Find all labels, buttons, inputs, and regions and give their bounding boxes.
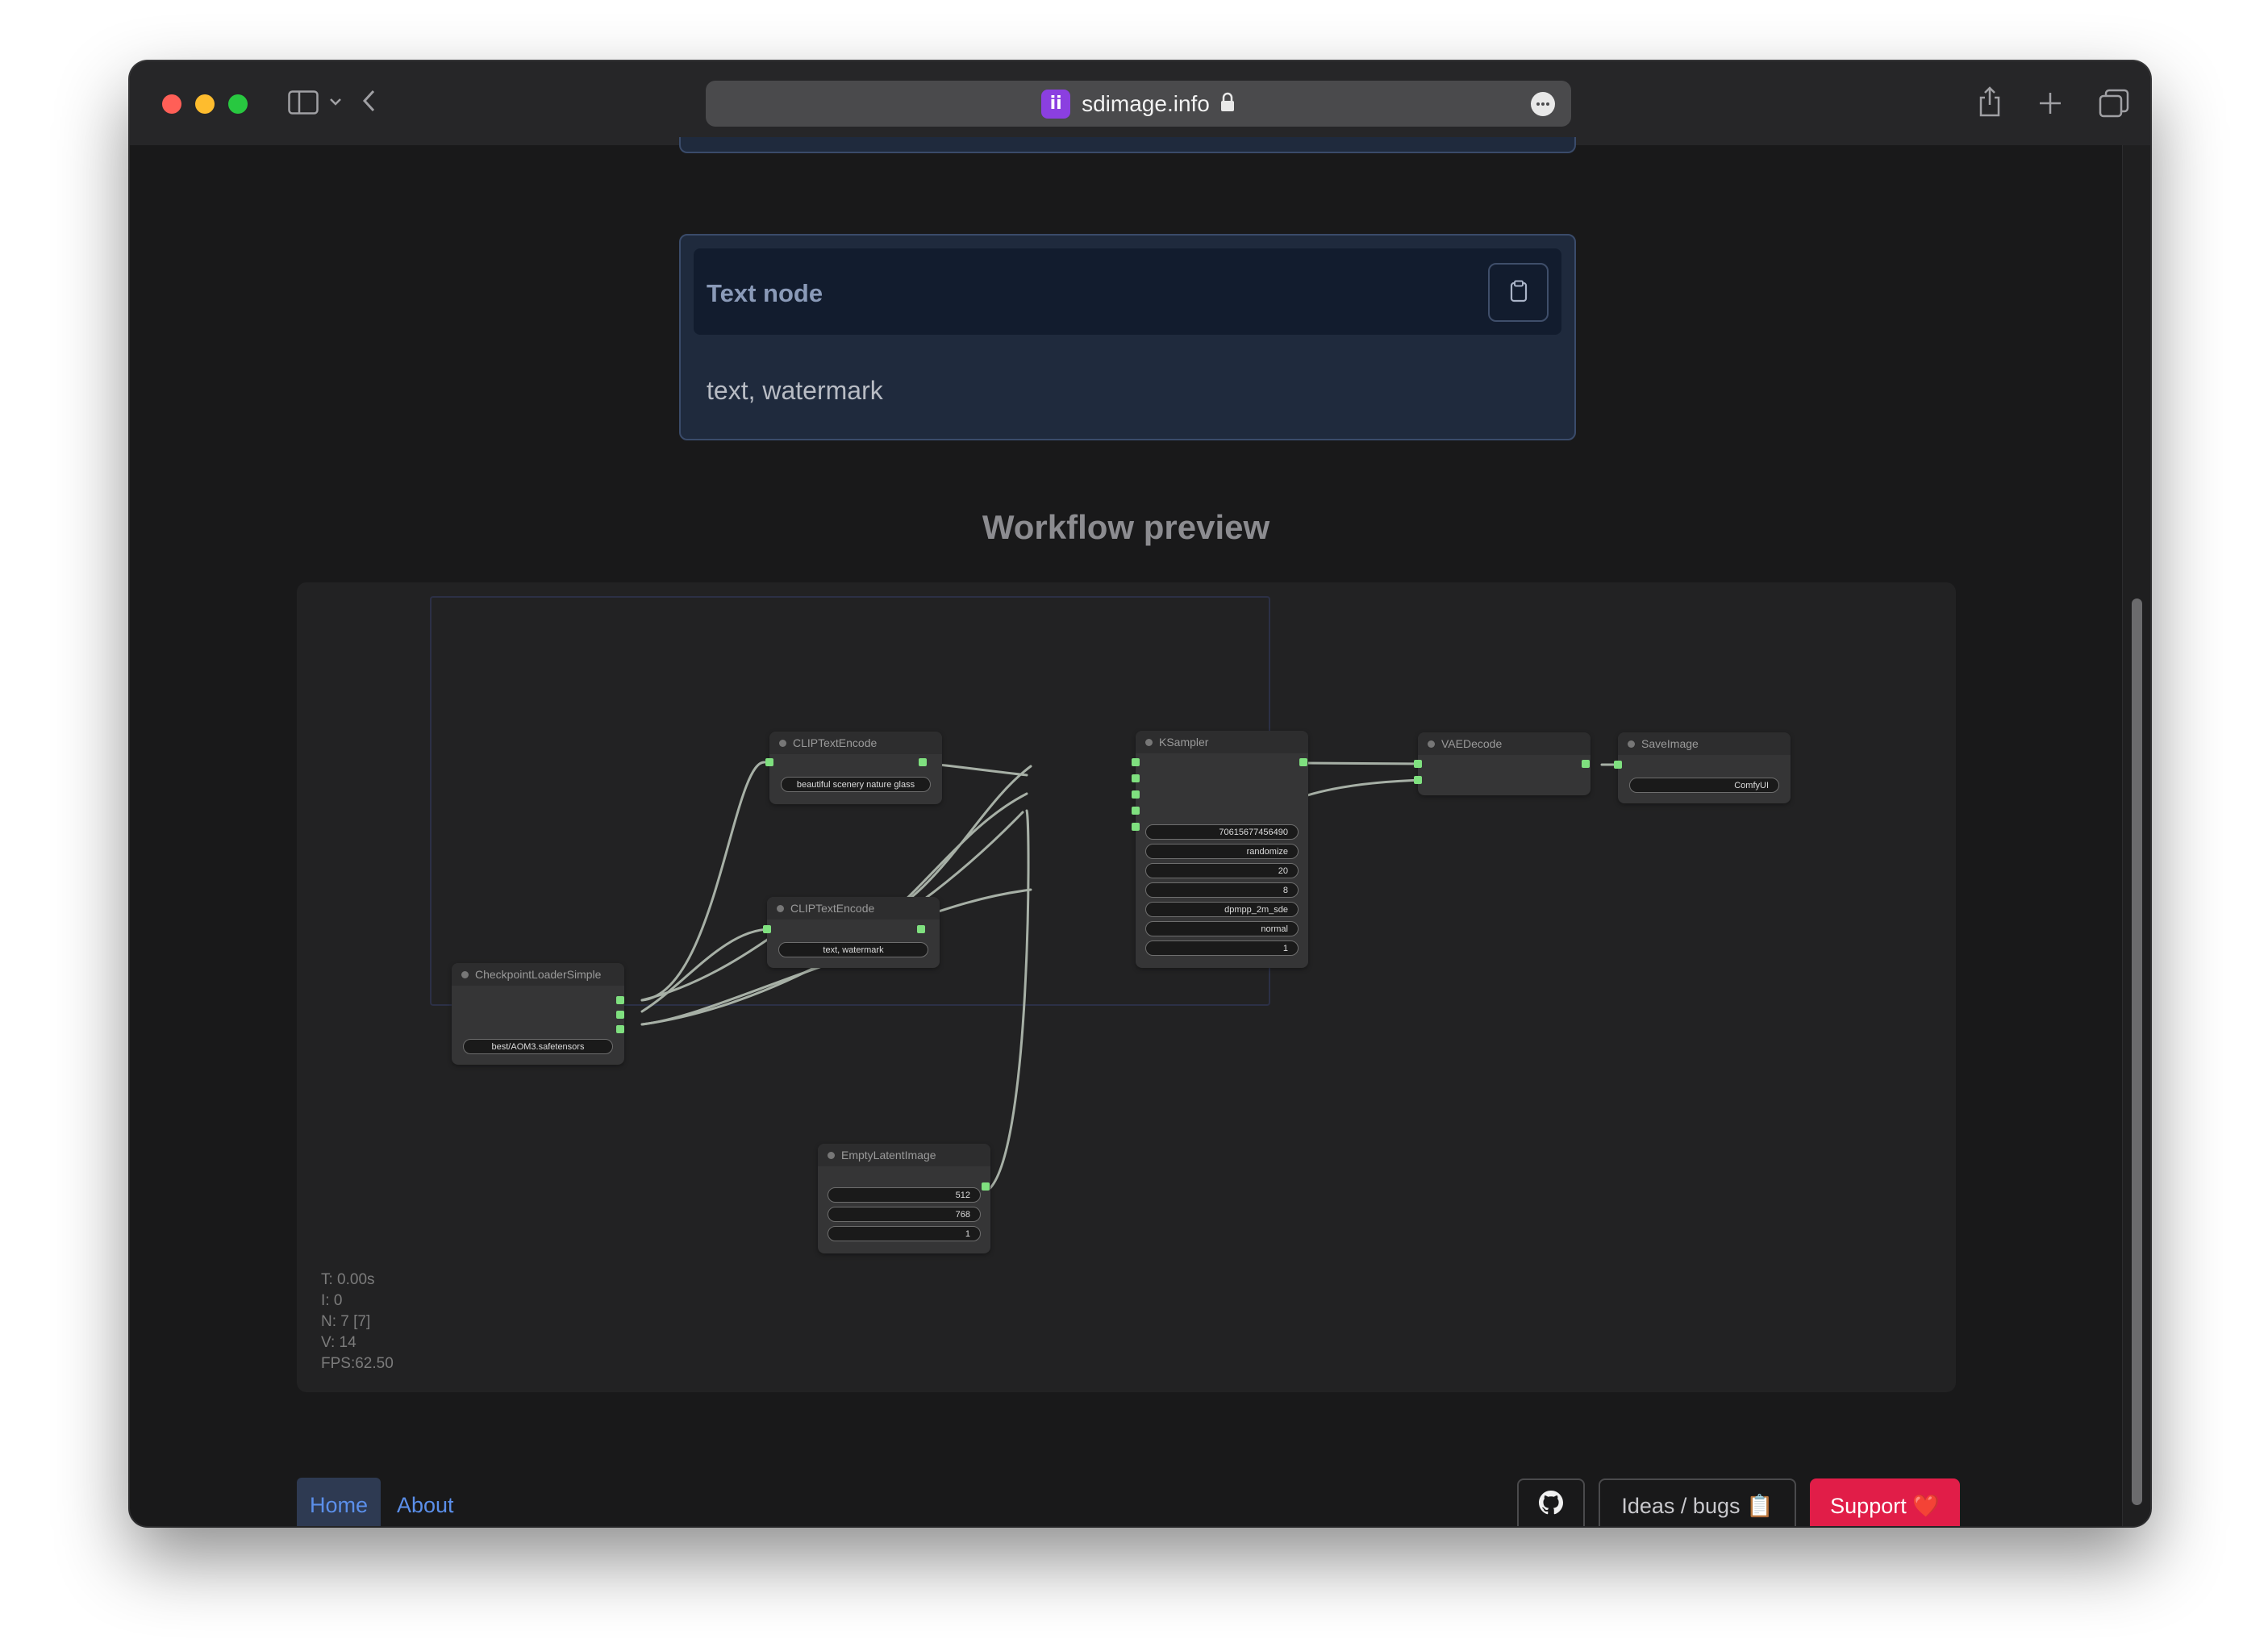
zoom-window-button[interactable] [228,94,248,114]
canvas-stats: T: 0.00s I: 0 N: 7 [7] V: 14 FPS:62.50 [321,1270,394,1374]
title-bar: ii sdimage.info [130,61,2150,145]
address-bar[interactable]: ii sdimage.info [706,81,1571,127]
ksampler-node[interactable]: KSampler 706156774564​90 randomize 20 8 … [1136,731,1308,968]
node-port[interactable] [1132,807,1140,815]
node-widget[interactable]: 1 [1145,940,1299,956]
empty-latent-image-node[interactable]: EmptyLatentImage 512 768 1 [818,1144,990,1253]
section-title: Workflow preview [982,508,1270,546]
node-widget[interactable]: dpmpp_2m_sde [1145,902,1299,917]
node-port[interactable] [616,996,624,1004]
node-title: CLIPTextEncode [793,736,878,749]
ideas-bugs-button[interactable]: Ideas / bugs 📋 [1599,1478,1796,1526]
node-title: KSampler [1159,736,1209,749]
node-title: CheckpointLoaderSimple [475,968,602,981]
node-port[interactable] [1414,760,1422,768]
node-widget[interactable]: best/AOM3.safetensors [463,1039,613,1054]
more-icon[interactable] [1531,92,1555,116]
nav-about-link[interactable]: About [397,1478,454,1526]
node-title: EmptyLatentImage [841,1149,936,1161]
node-widget[interactable]: 768 [828,1207,981,1222]
node-port[interactable] [765,758,773,766]
copy-button[interactable] [1488,263,1549,322]
card-title: Text node [707,279,823,307]
node-title: VAEDecode [1441,737,1503,750]
stat-nodes: N: 7 [7] [321,1313,371,1330]
github-icon [1539,1491,1563,1520]
node-port[interactable] [1582,760,1590,768]
browser-window: ii sdimage.info Text node text, watermar… [130,61,2150,1526]
clip-text-encode-node-2[interactable]: CLIPTextEncode text, watermark [767,897,940,968]
clipboard-icon [1510,280,1528,306]
node-widget[interactable]: text, watermark [778,942,928,957]
node-port[interactable] [616,1011,624,1019]
node-port[interactable] [616,1025,624,1033]
lock-icon [1219,92,1236,116]
node-widget[interactable]: 1 [828,1226,981,1241]
tabs-icon[interactable] [2099,89,2129,118]
node-port[interactable] [1299,758,1307,766]
node-widget[interactable]: ComfyUI [1629,778,1779,793]
node-widget[interactable]: 20 [1145,863,1299,878]
node-widget[interactable]: 512 [828,1187,981,1203]
page-content: Text node text, watermark Workflow previ… [130,137,2122,1526]
node-port[interactable] [919,758,927,766]
node-widget[interactable]: normal [1145,921,1299,936]
sidebar-icon[interactable] [288,90,319,115]
github-button[interactable] [1517,1478,1585,1526]
node-port[interactable] [1414,776,1422,784]
nav-home-link[interactable]: Home [297,1478,381,1526]
workflow-canvas[interactable]: CLIPTextEncode beautiful scenery nature … [297,582,1956,1392]
node-port[interactable] [1132,790,1140,799]
text-node-card: Text node text, watermark [679,234,1576,440]
node-port[interactable] [1132,823,1140,831]
save-image-node[interactable]: SaveImage ComfyUI [1618,732,1791,803]
node-widget[interactable]: 706156774564​90 [1145,824,1299,840]
previous-card-edge [679,137,1576,153]
node-port[interactable] [763,925,771,933]
minimize-window-button[interactable] [195,94,215,114]
node-title: CLIPTextEncode [790,902,875,915]
stat-fps: FPS:62.50 [321,1355,394,1372]
node-widget[interactable]: randomize [1145,844,1299,859]
node-port[interactable] [917,925,925,933]
close-window-button[interactable] [162,94,181,114]
site-favicon: ii [1041,89,1071,119]
node-port[interactable] [982,1182,990,1191]
node-port[interactable] [1132,758,1140,766]
node-port[interactable] [1132,774,1140,782]
card-body-text: text, watermark [707,376,883,405]
node-port[interactable] [1614,761,1622,769]
stat-time: T: 0.00s [321,1271,375,1288]
url-text: sdimage.info [1082,90,1210,116]
node-widget[interactable]: beautiful scenery nature glass [781,777,931,792]
clip-text-encode-node-1[interactable]: CLIPTextEncode beautiful scenery nature … [769,732,942,804]
support-button[interactable]: Support ❤️ [1810,1478,1960,1526]
scrollbar-thumb[interactable] [2132,598,2142,1505]
back-icon[interactable] [361,89,377,113]
scrollbar-track[interactable] [2122,145,2150,1526]
stat-visible: V: 14 [321,1334,356,1351]
node-widget[interactable]: 8 [1145,882,1299,898]
vae-decode-node[interactable]: VAEDecode [1418,732,1591,795]
node-title: SaveImage [1641,737,1699,750]
chevron-down-icon[interactable] [329,97,342,106]
card-header: Text node [694,248,1561,335]
stat-iterations: I: 0 [321,1292,343,1309]
plus-icon[interactable] [2038,91,2062,115]
checkpoint-loader-node[interactable]: CheckpointLoaderSimple best/AOM3.safeten… [452,963,624,1065]
share-icon[interactable] [1977,85,2003,118]
